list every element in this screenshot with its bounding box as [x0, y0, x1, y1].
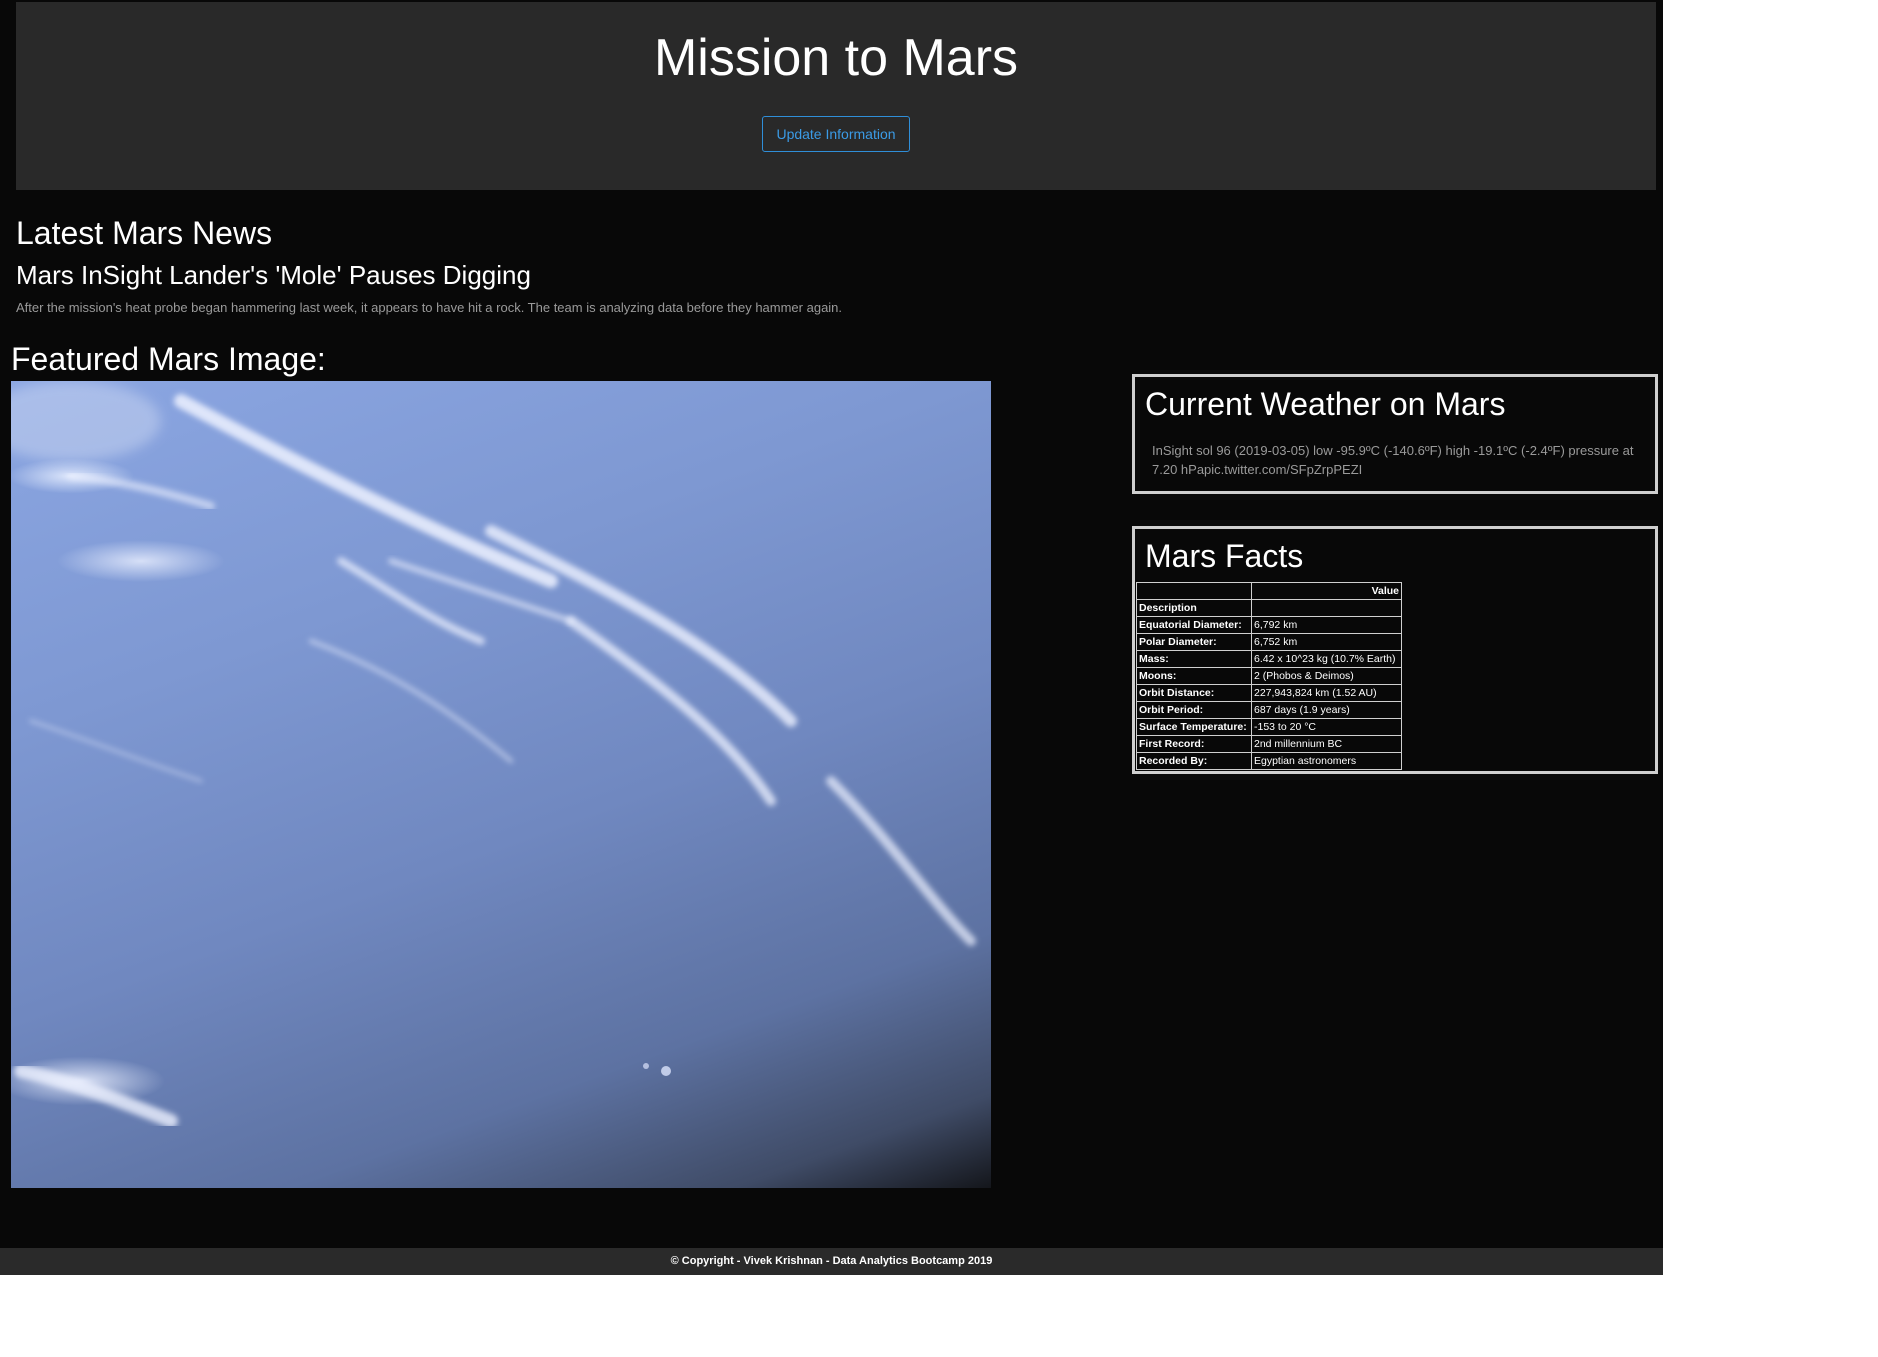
fact-value: -153 to 20 °C — [1251, 718, 1402, 736]
table-header-value: Value — [1251, 582, 1402, 600]
table-row: Equatorial Diameter: 6,792 km — [1136, 616, 1402, 634]
fact-value: 6,752 km — [1251, 633, 1402, 651]
table-header-blank — [1251, 599, 1402, 617]
table-row: Polar Diameter: 6,752 km — [1136, 633, 1402, 651]
featured-mars-image — [11, 381, 991, 1188]
table-header-row: Value — [1136, 582, 1402, 600]
fact-value: 227,943,824 km (1.52 AU) — [1251, 684, 1402, 702]
featured-image-heading: Featured Mars Image: — [11, 341, 326, 377]
table-header-row: Description — [1136, 599, 1402, 617]
copyright-text: © Copyright - Vivek Krishnan - Data Anal… — [670, 1255, 993, 1267]
header-jumbotron: Mission to Mars Update Information — [16, 2, 1656, 190]
fact-value: 687 days (1.9 years) — [1251, 701, 1402, 719]
table-row: Orbit Distance: 227,943,824 km (1.52 AU) — [1136, 684, 1402, 702]
page: Mission to Mars Update Information Lates… — [0, 0, 1663, 1275]
fact-label: Moons: — [1136, 667, 1252, 685]
table-header-description: Description — [1136, 599, 1252, 617]
fact-label: First Record: — [1136, 735, 1252, 753]
page-title: Mission to Mars — [653, 29, 1019, 87]
update-information-button[interactable]: Update Information — [762, 116, 910, 152]
fact-value: 6.42 x 10^23 kg (10.7% Earth) — [1251, 650, 1402, 668]
weather-panel: Current Weather on Mars InSight sol 96 (… — [1132, 374, 1658, 494]
latest-news-heading: Latest Mars News — [16, 215, 273, 251]
facts-heading: Mars Facts — [1145, 538, 1304, 574]
table-row: Moons: 2 (Phobos & Deimos) — [1136, 667, 1402, 685]
table-row: Mass: 6.42 x 10^23 kg (10.7% Earth) — [1136, 650, 1402, 668]
facts-panel: Mars Facts Value Description Equatorial … — [1132, 526, 1658, 774]
fact-value: 6,792 km — [1251, 616, 1402, 634]
fact-label: Orbit Distance: — [1136, 684, 1252, 702]
facts-table: Value Description Equatorial Diameter: 6… — [1136, 582, 1402, 770]
weather-heading: Current Weather on Mars — [1145, 386, 1506, 422]
news-title: Mars InSight Lander's 'Mole' Pauses Digg… — [16, 260, 531, 290]
fact-label: Equatorial Diameter: — [1136, 616, 1252, 634]
fact-label: Polar Diameter: — [1136, 633, 1252, 651]
table-row: Orbit Period: 687 days (1.9 years) — [1136, 701, 1402, 719]
table-row: Recorded By: Egyptian astronomers — [1136, 752, 1402, 770]
table-header-blank — [1136, 582, 1252, 600]
table-row: Surface Temperature: -153 to 20 °C — [1136, 718, 1402, 736]
fact-value: 2 (Phobos & Deimos) — [1251, 667, 1402, 685]
news-teaser: After the mission's heat probe began ham… — [16, 300, 843, 315]
cloud-streaks — [11, 381, 976, 1128]
fact-label: Surface Temperature: — [1136, 718, 1252, 736]
table-row: First Record: 2nd millennium BC — [1136, 735, 1402, 753]
fact-value: 2nd millennium BC — [1251, 735, 1402, 753]
weather-text: InSight sol 96 (2019-03-05) low -95.9ºC … — [1152, 443, 1634, 477]
fact-label: Mass: — [1136, 650, 1252, 668]
fact-label: Recorded By: — [1136, 752, 1252, 770]
fact-label: Orbit Period: — [1136, 701, 1252, 719]
fact-value: Egyptian astronomers — [1251, 752, 1402, 770]
footer: © Copyright - Vivek Krishnan - Data Anal… — [0, 1248, 1663, 1275]
